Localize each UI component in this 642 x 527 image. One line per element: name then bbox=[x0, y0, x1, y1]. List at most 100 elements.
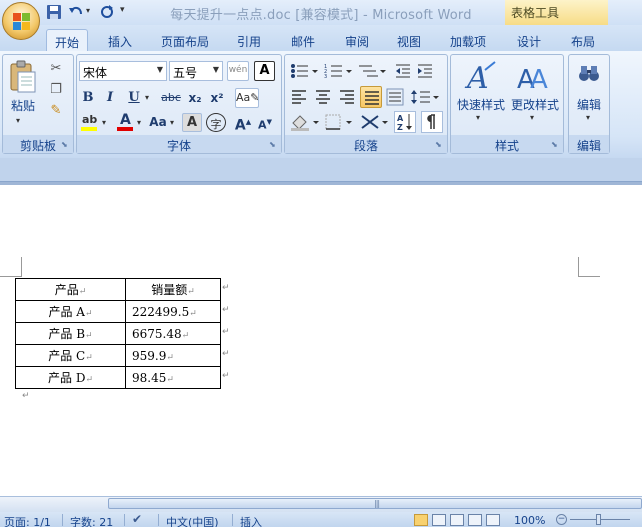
font-name-dropdown-icon[interactable]: ▼ bbox=[157, 65, 163, 74]
font-launcher-icon[interactable]: ⬊ bbox=[269, 141, 278, 150]
tab-page-layout[interactable]: 页面布局 bbox=[152, 29, 218, 51]
tab-references[interactable]: 引用 bbox=[228, 29, 270, 51]
status-insert-mode[interactable]: 插入 bbox=[240, 514, 262, 527]
cell-end-mark: ↵ bbox=[85, 353, 93, 363]
tab-insert[interactable]: 插入 bbox=[100, 29, 140, 51]
superscript-icon[interactable]: x² bbox=[208, 89, 226, 107]
table-cell[interactable]: 产品 C↵ bbox=[15, 344, 126, 367]
table-header-cell[interactable]: 产品↵ bbox=[15, 278, 126, 301]
table-cell[interactable]: 98.45↵ bbox=[125, 366, 221, 389]
font-color-dropdown-icon[interactable]: ▾ bbox=[137, 118, 141, 127]
table-cell[interactable]: 222499.5↵ bbox=[125, 300, 221, 323]
find-binoculars-icon[interactable] bbox=[578, 62, 600, 84]
subscript-icon[interactable]: x₂ bbox=[186, 89, 204, 107]
tab-view[interactable]: 视图 bbox=[388, 29, 430, 51]
table-cell[interactable]: 959.9↵ bbox=[125, 344, 221, 367]
styles-launcher-icon[interactable]: ⬊ bbox=[551, 141, 560, 150]
change-case-icon[interactable]: Aa bbox=[147, 113, 169, 131]
editing-button[interactable]: 编辑 bbox=[570, 96, 608, 113]
distribute-icon[interactable] bbox=[386, 88, 404, 106]
table-row: 产品 A↵ 222499.5↵ bbox=[15, 300, 221, 323]
font-size-combo[interactable]: 五号 ▼ bbox=[169, 61, 223, 81]
data-table[interactable]: 产品↵ 销量额↵ 产品 A↵ 222499.5↵ 产品 B↵ 6675.48↵ … bbox=[15, 278, 221, 389]
bullets-icon[interactable] bbox=[290, 62, 320, 80]
tab-home[interactable]: 开始 bbox=[46, 29, 88, 51]
shrink-font-icon[interactable]: A▼ bbox=[256, 113, 274, 132]
format-painter-icon[interactable]: ✎ bbox=[47, 102, 65, 120]
status-language[interactable]: 中文(中国) bbox=[166, 514, 219, 527]
quick-styles-dropdown-icon[interactable]: ▾ bbox=[476, 113, 480, 122]
justify-button[interactable] bbox=[360, 86, 382, 108]
enclose-chars-icon[interactable]: 字 bbox=[206, 113, 226, 132]
underline-icon[interactable]: U bbox=[125, 89, 143, 107]
cell-product: 产品 C bbox=[48, 349, 86, 363]
paragraph-launcher-icon[interactable]: ⬊ bbox=[435, 141, 444, 150]
change-case-dropdown-icon[interactable]: ▾ bbox=[170, 118, 174, 127]
table-cell[interactable]: 产品 B↵ bbox=[15, 322, 126, 345]
phonetic-guide-icon[interactable]: wén bbox=[227, 61, 249, 81]
numbering-icon[interactable]: 123 bbox=[324, 62, 354, 80]
italic-icon[interactable]: I bbox=[101, 89, 119, 107]
line-spacing-icon[interactable] bbox=[410, 88, 440, 106]
table-header-cell[interactable]: 销量额↵ bbox=[125, 278, 221, 301]
table-cell[interactable]: 6675.48↵ bbox=[125, 322, 221, 345]
table-cell[interactable]: 产品 A↵ bbox=[15, 300, 126, 323]
tab-layout[interactable]: 布局 bbox=[562, 29, 604, 51]
zoom-level[interactable]: 100% bbox=[514, 514, 545, 527]
strikethrough-icon[interactable]: abc bbox=[160, 89, 182, 107]
underline-dropdown-icon[interactable]: ▾ bbox=[145, 93, 149, 102]
clipboard-launcher-icon[interactable]: ⬊ bbox=[61, 141, 70, 150]
status-page[interactable]: 页面: 1/1 bbox=[4, 514, 51, 527]
cut-icon[interactable]: ✂ bbox=[47, 60, 65, 78]
cell-end-mark: ↵ bbox=[166, 374, 174, 385]
show-hide-marks-icon[interactable] bbox=[421, 111, 443, 133]
zoom-slider-thumb[interactable] bbox=[596, 514, 601, 525]
draft-view-icon[interactable] bbox=[486, 514, 500, 526]
align-left-icon[interactable] bbox=[290, 88, 308, 106]
proofing-icon[interactable]: ✔ bbox=[132, 512, 142, 526]
decrease-indent-icon[interactable] bbox=[394, 62, 412, 80]
zoom-out-icon[interactable]: − bbox=[556, 514, 567, 525]
table-header-row: 产品↵ 销量额↵ bbox=[15, 278, 221, 301]
sort-icon[interactable]: A Z bbox=[394, 111, 416, 133]
tab-design[interactable]: 设计 bbox=[508, 29, 550, 51]
tab-review[interactable]: 审阅 bbox=[336, 29, 378, 51]
char-border-icon[interactable]: A bbox=[254, 61, 275, 81]
change-styles-label[interactable]: 更改样式 bbox=[508, 96, 562, 113]
quick-styles-icon[interactable]: A bbox=[463, 60, 499, 94]
highlight-dropdown-icon[interactable]: ▾ bbox=[102, 118, 106, 127]
status-word-count[interactable]: 字数: 21 bbox=[70, 514, 113, 527]
clear-formatting-icon[interactable]: Aa✎ bbox=[235, 88, 259, 108]
tab-mailings[interactable]: 邮件 bbox=[282, 29, 324, 51]
quick-styles-label[interactable]: 快速样式 bbox=[454, 96, 508, 113]
char-shading-icon[interactable]: A bbox=[182, 113, 202, 132]
increase-indent-icon[interactable] bbox=[416, 62, 434, 80]
font-color-icon[interactable]: A bbox=[116, 112, 134, 132]
print-layout-view-icon[interactable] bbox=[414, 514, 428, 526]
font-name-combo[interactable]: 宋体 ▼ bbox=[79, 61, 167, 81]
copy-icon[interactable]: ❐ bbox=[47, 81, 65, 99]
full-screen-reading-view-icon[interactable] bbox=[432, 514, 446, 526]
editing-dropdown-icon[interactable]: ▾ bbox=[586, 113, 590, 122]
table-cell[interactable]: 产品 D↵ bbox=[15, 366, 126, 389]
paste-icon[interactable] bbox=[8, 60, 38, 94]
font-size-dropdown-icon[interactable]: ▼ bbox=[213, 65, 219, 74]
office-button[interactable] bbox=[2, 2, 40, 40]
shading-icon[interactable] bbox=[290, 113, 320, 131]
web-layout-view-icon[interactable] bbox=[450, 514, 464, 526]
multilevel-list-icon[interactable] bbox=[358, 62, 388, 80]
align-right-icon[interactable] bbox=[338, 88, 356, 106]
table-row: 产品 B↵ 6675.48↵ bbox=[15, 322, 221, 345]
borders-icon[interactable] bbox=[324, 113, 354, 131]
paste-button-label[interactable]: 粘贴 bbox=[8, 97, 38, 114]
chinese-layout-icon[interactable] bbox=[360, 112, 390, 132]
align-center-icon[interactable] bbox=[314, 88, 332, 106]
highlight-icon[interactable]: ab bbox=[80, 113, 98, 131]
tab-addins[interactable]: 加载项 bbox=[440, 29, 496, 51]
bold-icon[interactable]: B bbox=[79, 89, 97, 107]
change-styles-dropdown-icon[interactable]: ▾ bbox=[530, 113, 534, 122]
outline-view-icon[interactable] bbox=[468, 514, 482, 526]
change-styles-icon[interactable]: A A bbox=[516, 60, 552, 94]
paste-dropdown-icon[interactable]: ▾ bbox=[16, 116, 20, 125]
grow-font-icon[interactable]: A▲ bbox=[234, 113, 252, 134]
